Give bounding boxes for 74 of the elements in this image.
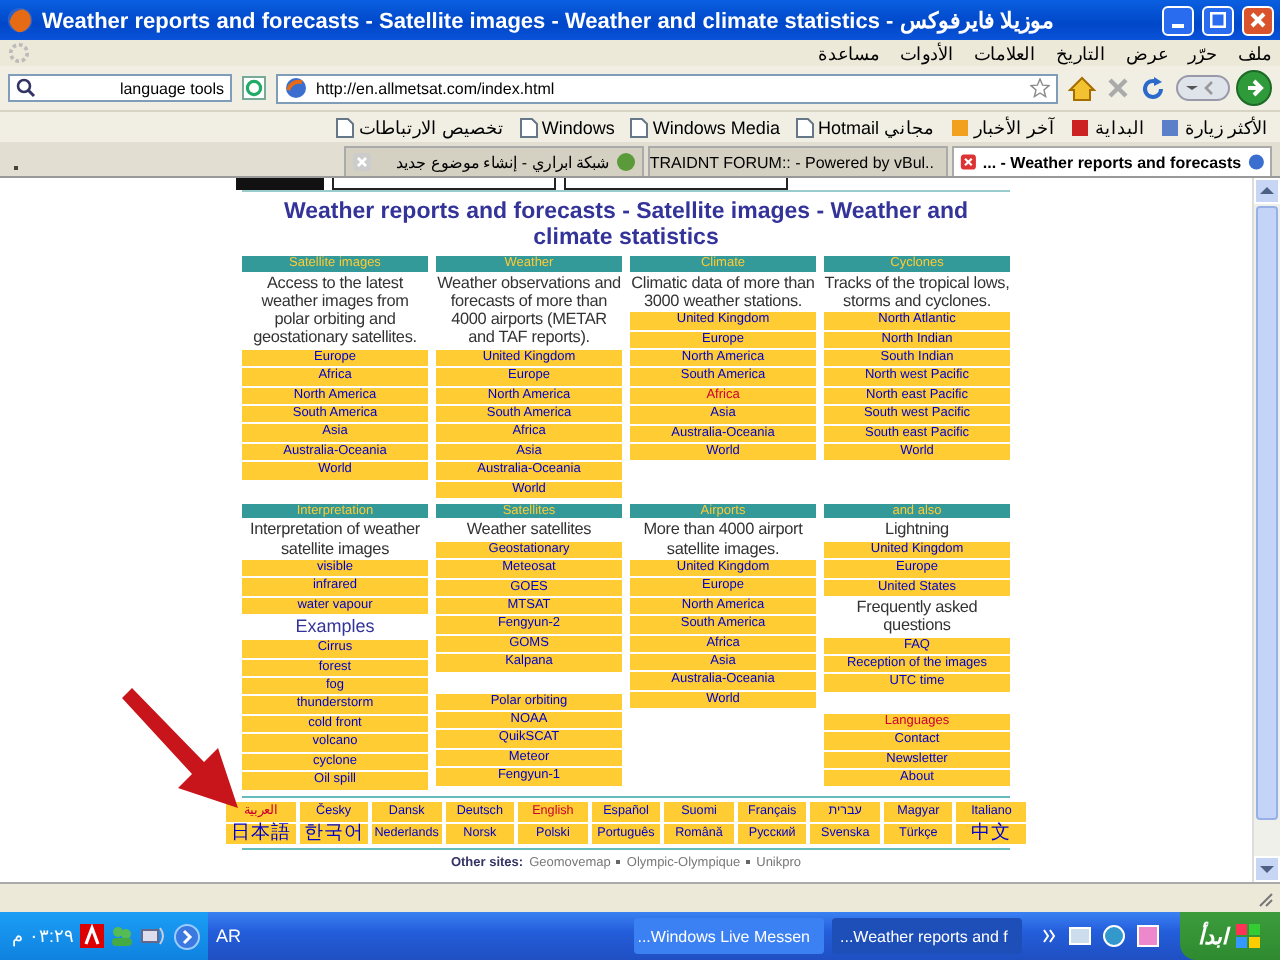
language-link[interactable]: 한국어 [299, 823, 369, 843]
resize-grip-icon[interactable] [1256, 889, 1274, 907]
browser-tab[interactable]: Weather reports and forecasts - ... [952, 146, 1272, 176]
page-icon [519, 117, 538, 137]
bookmark-item[interactable]: الأكثر زيارة [1160, 117, 1268, 137]
bookmark-icon [1160, 117, 1181, 137]
logo-image-placeholder [236, 178, 324, 190]
close-icon [1250, 12, 1266, 28]
window-title: Weather reports and forecasts - Satellite images - Weather and climate statistics - موزيلا فايرفوكس [42, 7, 1056, 33]
network-icon[interactable] [140, 924, 169, 948]
clock: ٠٣:٢٩ م [12, 926, 75, 946]
site-icon [1247, 152, 1264, 172]
section-description: Access to the latest weather images from polar orbiting and geostationary satellites. [251, 273, 419, 348]
subheading: Examples [293, 616, 377, 639]
menu-item[interactable]: التاريخ [1056, 43, 1106, 63]
vertical-scrollbar[interactable] [1252, 178, 1280, 882]
bookmark-item[interactable]: آخر الأخبار [949, 117, 1055, 137]
close-icon[interactable] [960, 152, 977, 172]
chevron-icon[interactable] [174, 923, 201, 949]
menu-item[interactable]: ملف [1238, 43, 1272, 63]
menu-item[interactable]: العلامات [974, 43, 1036, 63]
section-description: Lightning [883, 520, 951, 540]
taskbar-button[interactable]: ...Weather reports and f [832, 918, 1022, 954]
page-icon [630, 117, 649, 137]
loading-icon [8, 42, 30, 64]
bookmark-item[interactable]: Windows [519, 117, 615, 137]
browser-globe-icon [6, 6, 34, 34]
scroll-down-icon[interactable] [1260, 864, 1274, 874]
bookmark-icon [1070, 117, 1091, 137]
section-description: Interpretation of weather satellite images [247, 520, 422, 559]
section-description: Climatic data of more than 3000 weather stations. [630, 273, 816, 311]
reload-icon[interactable] [1140, 75, 1166, 101]
bookmark-item[interactable]: البداية [1070, 117, 1145, 137]
maximize-icon [1210, 12, 1226, 28]
start-button[interactable]: ابدأ [1180, 912, 1280, 960]
forward-button[interactable] [1236, 70, 1272, 106]
search-box[interactable] [564, 178, 788, 190]
bookmark-item[interactable]: Hotmail مجاني [795, 117, 934, 137]
star-icon[interactable] [1030, 78, 1050, 98]
desktop-icon[interactable] [1068, 924, 1092, 948]
section-description: More than 4000 airport satellite images. [641, 520, 805, 559]
menu-item[interactable]: مساعدة [818, 43, 880, 63]
bookmark-item[interactable]: Windows Media [630, 117, 780, 137]
menu-item[interactable]: حرّر [1188, 43, 1218, 63]
language-link[interactable]: 日本語 [226, 823, 296, 843]
home-icon[interactable] [1068, 75, 1096, 101]
search-box[interactable] [332, 178, 556, 190]
page-icon [795, 117, 814, 137]
browser-tab[interactable]: ..TRAIDNT FORUM:: - Powered by vBul [648, 146, 948, 176]
page-heading: Weather reports and forecasts - Satellite images - Weather and climate statistics [281, 200, 971, 252]
section-description: Frequently asked questions [854, 597, 980, 636]
input-language-indicator[interactable]: AR [216, 926, 242, 946]
menu-item[interactable]: عرض [1126, 43, 1168, 63]
search-icon [16, 78, 36, 98]
section-description: Weather observations and forecasts of more than 4000 airports (METAR and TAF reports). [436, 273, 622, 348]
search-field[interactable]: language tools [8, 74, 232, 102]
tab-list-icon[interactable] [8, 160, 24, 176]
address-field[interactable]: http://en.allmetsat.com/index.html [276, 73, 1058, 103]
globe-icon [284, 76, 308, 100]
section-description: Tracks of the tropical lows, storms and cyclones. [824, 273, 1010, 311]
close-button[interactable] [1242, 5, 1274, 35]
minimize-button[interactable] [1162, 5, 1194, 35]
menu-item[interactable]: الأدوات [900, 43, 954, 63]
pointer-arrow [120, 686, 240, 810]
scroll-up-icon[interactable] [1260, 186, 1274, 196]
page-icon [336, 117, 355, 137]
bookmark-icon [949, 117, 970, 137]
maximize-button[interactable] [1202, 5, 1234, 35]
browser-tab[interactable]: شبكة ابراري - إنشاء موضوع جديد [344, 146, 644, 176]
site-icon [616, 152, 636, 172]
taskbar-button[interactable]: ...Windows Live Messen [634, 918, 824, 954]
section-description: Weather satellites [464, 520, 594, 540]
bookmark-item[interactable]: تخصيص الارتباطات [336, 117, 504, 137]
language-link[interactable]: 中文 [956, 823, 1026, 843]
